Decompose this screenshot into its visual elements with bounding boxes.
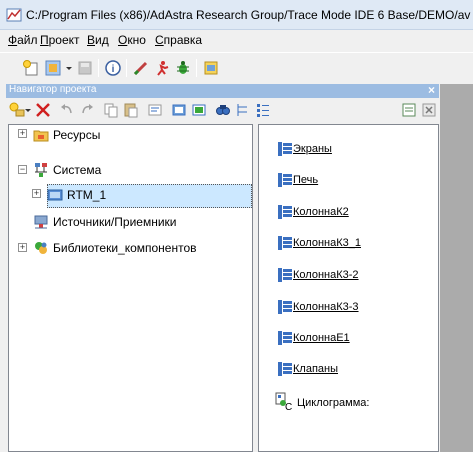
- menu-window[interactable]: Окно: [118, 33, 146, 47]
- menu-file[interactable]: Файл: [8, 33, 38, 47]
- panel-close-icon[interactable]: [420, 101, 438, 119]
- list-item-label: КолоннаК2: [293, 206, 349, 218]
- project-tree: + Ресурсы − Система + RTM_1 Источники/Пр…: [8, 124, 253, 452]
- run-icon[interactable]: [153, 59, 171, 77]
- list-item-label: КолоннаК3_1: [293, 237, 361, 249]
- library-icon: [35, 242, 47, 254]
- folder-icon: [33, 130, 49, 142]
- tree-item-libraries[interactable]: Библиотеки_компонентов: [53, 241, 197, 255]
- list-item-label: Печь: [293, 174, 319, 186]
- workspace-background: [440, 84, 473, 452]
- menu-view[interactable]: Вид: [87, 33, 109, 47]
- app-icon: [6, 8, 22, 22]
- tree-item-resources[interactable]: Ресурсы: [53, 128, 100, 142]
- screen-icon: [278, 205, 292, 219]
- toolbar-separator: [196, 59, 197, 77]
- list-view-icon[interactable]: [254, 101, 272, 119]
- program-c-icon: C: [275, 392, 292, 412]
- sort-icon[interactable]: [146, 101, 164, 119]
- tree-collapser[interactable]: −: [18, 165, 27, 174]
- tree-item-rtm[interactable]: RTM_1: [67, 188, 106, 202]
- menu-help[interactable]: Справка: [155, 33, 202, 47]
- open-dropdown-icon[interactable]: [65, 59, 73, 77]
- navigator-title: Навигатор проекта: [9, 84, 97, 95]
- content-list: Экраны Печь КолоннаК2 КолоннаК3_1 Колонн…: [258, 124, 439, 452]
- screen-icon: [278, 331, 292, 345]
- properties-icon[interactable]: i: [104, 59, 122, 77]
- screen-icon: [278, 268, 292, 282]
- open-project-icon[interactable]: [44, 59, 62, 77]
- network-icon: [35, 163, 47, 177]
- rtm-icon: [47, 189, 63, 201]
- tree-item-system[interactable]: Система: [53, 163, 101, 177]
- navigator-title-bar: Навигатор проекта ×: [6, 83, 439, 98]
- copy-icon[interactable]: [102, 101, 120, 119]
- import-icon[interactable]: [190, 101, 208, 119]
- ide-window: C:/Program Files (x86)/AdAstra Research …: [0, 0, 473, 452]
- find-icon[interactable]: [214, 101, 232, 119]
- panel-settings-icon[interactable]: [400, 101, 418, 119]
- list-item-label: КолоннаК3-3: [293, 301, 359, 313]
- toolbar-separator: [126, 59, 127, 77]
- menu-project[interactable]: Проект: [40, 33, 80, 47]
- svg-text:i: i: [112, 64, 115, 75]
- program-c-letter: C: [285, 402, 292, 412]
- new-project-icon[interactable]: [22, 59, 40, 77]
- list-item-label: Экраны: [293, 143, 332, 155]
- tree-expander[interactable]: +: [32, 189, 41, 198]
- delete-icon[interactable]: [34, 101, 52, 119]
- io-icon: [34, 215, 48, 229]
- tree-expander[interactable]: +: [18, 129, 27, 138]
- paste-icon[interactable]: [122, 101, 140, 119]
- undo-icon[interactable]: [58, 101, 76, 119]
- save-icon[interactable]: [76, 59, 94, 77]
- screen-icon: [278, 362, 292, 376]
- tree-expander[interactable]: +: [18, 243, 27, 252]
- edit-pencil-icon[interactable]: [132, 59, 150, 77]
- tree-item-io[interactable]: Источники/Приемники: [53, 215, 176, 229]
- window-title: C:/Program Files (x86)/AdAstra Research …: [26, 8, 471, 22]
- list-item-label: КолоннаЕ1: [293, 332, 350, 344]
- screen-icon: [278, 300, 292, 314]
- toolbar-separator: [98, 59, 99, 77]
- debug-bug-icon[interactable]: [174, 59, 192, 77]
- list-item-label: Клапаны: [293, 363, 338, 375]
- screen-icon: [278, 142, 292, 156]
- main-toolbar: i: [0, 52, 473, 82]
- navigator-close-icon[interactable]: ×: [428, 83, 435, 97]
- navigator-toolbar: [6, 98, 439, 122]
- menu-bar: Файл Проект Вид Окно Справка: [0, 30, 473, 52]
- export-icon[interactable]: [170, 101, 188, 119]
- screen-icon: [278, 236, 292, 250]
- tree-view-icon[interactable]: [234, 101, 252, 119]
- screen-icon: [278, 173, 292, 187]
- redo-icon[interactable]: [78, 101, 96, 119]
- library-tool-icon[interactable]: [202, 59, 220, 77]
- create-dropdown-icon[interactable]: [24, 101, 32, 119]
- title-bar: C:/Program Files (x86)/AdAstra Research …: [0, 0, 473, 30]
- list-item-label: Циклограмма:: [297, 397, 370, 409]
- list-item-label: КолоннаК3-2: [293, 269, 359, 281]
